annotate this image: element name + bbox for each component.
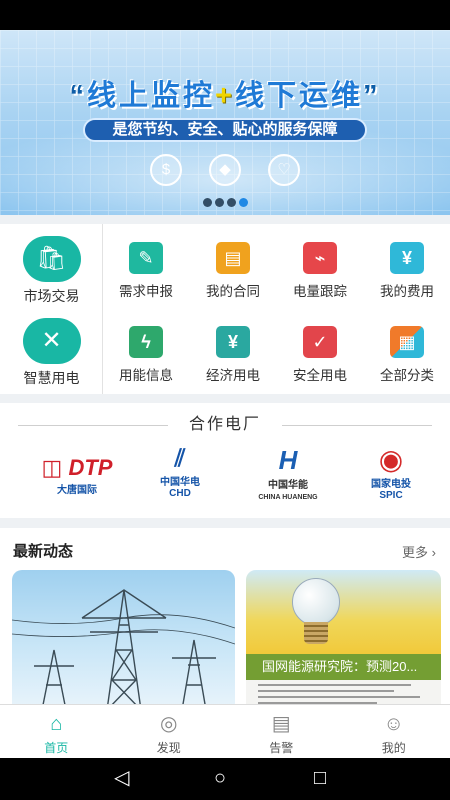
spic-name: 国家电投 SPIC — [371, 479, 411, 501]
demand-report-button[interactable]: ✎ 需求申报 — [103, 242, 189, 300]
back-icon[interactable]: ◁ — [114, 766, 129, 790]
chevron-right-icon: › — [431, 545, 436, 560]
tab-discover-label: 发现 — [156, 741, 181, 755]
banner-icon-row: $ ◆ ♡ — [150, 154, 300, 186]
banner-title-quote-close: ” — [362, 80, 381, 112]
lightbulb-image — [246, 570, 441, 654]
datang-mark: ◫ DTP — [41, 455, 113, 480]
partner-plants-section: 合作电厂 ◫ DTP 大唐国际 ⫽ 中国华电 CHD H 中国华能 CHINA HU… — [0, 403, 450, 518]
divider-line — [18, 425, 168, 426]
user-icon: ☺ — [383, 713, 404, 735]
banner-title-plus: + — [215, 80, 235, 112]
bottom-tab-bar: ⌂ 首页 ◎ 发现 ▤ 告警 ☺ 我的 — [0, 704, 450, 758]
monitor-chart-icon: ⌁ — [303, 242, 337, 274]
home-circle-icon[interactable]: ○ — [214, 766, 226, 790]
shield-icon: ◆ — [209, 154, 241, 186]
my-contract-label: 我的合同 — [206, 284, 260, 299]
economic-power-label: 经济用电 — [206, 368, 260, 383]
market-trade-button[interactable]: 🛍 市场交易 — [0, 236, 103, 306]
banner-title-part1: 线上监控 — [87, 80, 216, 112]
services-grid: ✎ 需求申报 ▤ 我的合同 ⌁ 电量跟踪 ¥ 我的费用 ϟ 用能信息 ¥ 经济用… — [103, 224, 450, 394]
news-more-link[interactable]: 更多 › — [402, 542, 436, 561]
yuan-cash-icon: ¥ — [216, 326, 250, 358]
promo-banner[interactable]: “线上监控+线下运维” 是您节约、安全、贴心的服务保障 $ ◆ ♡ — [0, 30, 450, 215]
demand-report-label: 需求申报 — [119, 284, 173, 299]
datang-logo[interactable]: ◫ DTP 大唐国际 — [32, 445, 122, 503]
tab-home[interactable]: ⌂ 首页 — [0, 705, 113, 758]
partners-header: 合作电厂 — [0, 413, 450, 437]
power-tracking-button[interactable]: ⌁ 电量跟踪 — [277, 242, 363, 300]
tab-alarm[interactable]: ▤ 告警 — [225, 705, 338, 758]
energy-info-label: 用能信息 — [119, 368, 173, 383]
smart-power-button[interactable]: ✕ 智慧用电 — [0, 318, 103, 388]
services-primary: 🛍 市场交易 ✕ 智慧用电 — [0, 224, 103, 394]
document-icon: ▤ — [216, 242, 250, 274]
lightbulb-icon — [292, 578, 340, 626]
huaneng-logo[interactable]: H 中国华能 CHINA HUANENG — [243, 445, 333, 503]
banner-title-quote-open: “ — [69, 80, 88, 112]
carousel-indicator[interactable] — [203, 198, 248, 207]
tab-alarm-label: 告警 — [269, 741, 294, 755]
huaneng-mark: H — [278, 445, 298, 475]
partners-title: 合作电厂 — [188, 416, 261, 433]
divider-line — [282, 425, 432, 426]
alarm-document-icon: ▤ — [271, 713, 291, 735]
economic-power-button[interactable]: ¥ 经济用电 — [190, 326, 276, 384]
my-contract-button[interactable]: ▤ 我的合同 — [190, 242, 276, 300]
tab-home-label: 首页 — [44, 741, 69, 755]
news-card-power-towers[interactable] — [12, 570, 235, 710]
energy-info-button[interactable]: ϟ 用能信息 — [103, 326, 189, 384]
bill-yuan-icon: ¥ — [390, 242, 424, 274]
news-card-caption: 国网能源研究院：预测20... — [246, 654, 441, 680]
security-shield-icon: ✓ — [303, 326, 337, 358]
news-title: 最新动态 — [13, 543, 74, 560]
safe-power-label: 安全用电 — [293, 368, 347, 383]
huaneng-name: 中国华能 CHINA HUANENG — [258, 480, 318, 501]
tab-mine[interactable]: ☺ 我的 — [338, 705, 450, 758]
banner-subtitle: 是您节约、安全、贴心的服务保障 — [83, 118, 367, 142]
system-nav-bar: ◁ ○ □ — [0, 758, 450, 800]
app-screen: “线上监控+线下运维” 是您节约、安全、贴心的服务保障 $ ◆ ♡ 🛍 市场交易… — [0, 0, 450, 800]
power-tracking-label: 电量跟踪 — [293, 284, 347, 299]
market-trade-label: 市场交易 — [23, 288, 80, 304]
carousel-dot-active[interactable] — [239, 198, 248, 207]
services-panel: 🛍 市场交易 ✕ 智慧用电 ✎ 需求申报 ▤ 我的合同 ⌁ 电量跟踪 ¥ 我的费… — [0, 224, 450, 394]
my-fees-button[interactable]: ¥ 我的费用 — [364, 242, 450, 300]
huadian-mark: ⫽ — [174, 445, 186, 472]
safe-power-button[interactable]: ✓ 安全用电 — [277, 326, 363, 384]
heart-icon: ♡ — [268, 154, 300, 186]
pen-list-icon: ✎ — [129, 242, 163, 274]
banner-title: “线上监控+线下运维” — [0, 72, 450, 114]
huadian-name: 中国华电 CHD — [160, 477, 200, 499]
news-card-energy-report[interactable]: 国网能源研究院：预测20... — [246, 570, 441, 710]
network-icon: ✕ — [22, 318, 81, 364]
tab-mine-label: 我的 — [381, 741, 406, 755]
smart-power-label: 智慧用电 — [23, 370, 80, 386]
shopping-bag-icon: 🛍 — [22, 236, 81, 282]
category-grid-icon: ▦ — [390, 326, 424, 358]
lightbulb-base — [304, 622, 328, 644]
my-fees-label: 我的费用 — [380, 284, 434, 299]
all-categories-label: 全部分类 — [380, 368, 434, 383]
spic-logo[interactable]: ◉ 国家电投 SPIC — [346, 445, 436, 503]
carousel-dot[interactable] — [203, 198, 212, 207]
carousel-dot[interactable] — [227, 198, 236, 207]
recents-icon[interactable]: □ — [314, 766, 326, 790]
huadian-logo[interactable]: ⫽ 中国华电 CHD — [135, 445, 225, 503]
spic-mark: ◉ — [378, 444, 404, 475]
carousel-dot[interactable] — [215, 198, 224, 207]
news-more-label: 更多 — [402, 545, 429, 560]
home-icon: ⌂ — [50, 713, 63, 735]
compass-icon: ◎ — [160, 713, 178, 735]
news-section: 最新动态 更多 › 国网能源研究院：预测20... — [0, 528, 450, 710]
money-bag-icon: $ — [150, 154, 182, 186]
banner-title-part2: 线下运维 — [234, 80, 363, 112]
datang-name: 大唐国际 — [57, 485, 97, 496]
status-bar — [0, 0, 450, 30]
tab-discover[interactable]: ◎ 发现 — [113, 705, 226, 758]
power-tower-image — [12, 589, 235, 710]
all-categories-button[interactable]: ▦ 全部分类 — [364, 326, 450, 384]
lightning-icon: ϟ — [129, 326, 163, 358]
